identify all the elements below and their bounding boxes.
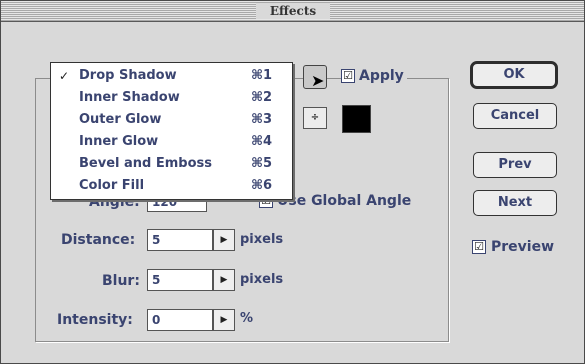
menu-item-label: Inner Shadow xyxy=(79,90,180,105)
window-title: Effects xyxy=(256,3,330,19)
menu-item-drop-shadow[interactable]: ✓ Drop Shadow ⌘1 xyxy=(51,65,292,87)
menu-item-label: Color Fill xyxy=(79,178,145,193)
distance-popup-arrow-icon[interactable]: ▶ xyxy=(213,229,235,251)
blend-mode-stepper[interactable]: ÷ xyxy=(303,107,327,129)
effect-popup-menu: ✓ Drop Shadow ⌘1 Inner Shadow ⌘2 Outer G… xyxy=(50,62,293,200)
menu-item-shortcut: ⌘4 xyxy=(251,134,273,149)
menu-item-inner-shadow[interactable]: Inner Shadow ⌘2 xyxy=(51,87,292,109)
menu-item-label: Bevel and Emboss xyxy=(79,156,212,171)
shadow-color-swatch[interactable] xyxy=(342,105,371,133)
menu-item-inner-glow[interactable]: Inner Glow ⌘4 xyxy=(51,131,292,153)
distance-unit: pixels xyxy=(240,232,284,247)
prev-button[interactable]: Prev xyxy=(473,152,557,178)
effects-dialog: Effects Angle: 120 ☑ Use Global Angle ➤ … xyxy=(0,0,585,364)
intensity-unit: % xyxy=(240,311,254,326)
menu-item-shortcut: ⌘5 xyxy=(251,156,273,171)
global-angle-label: Use Global Angle xyxy=(277,193,412,209)
menu-item-shortcut: ⌘2 xyxy=(251,90,273,105)
menu-item-label: Drop Shadow xyxy=(79,68,177,83)
preview-checkbox-box[interactable]: ☑ xyxy=(472,240,486,254)
menu-item-shortcut: ⌘6 xyxy=(251,178,273,193)
apply-label: Apply xyxy=(359,68,404,84)
cancel-button[interactable]: Cancel xyxy=(473,103,557,129)
arrow-cursor-icon: ➤ xyxy=(311,71,325,90)
apply-checkbox-box[interactable]: ☑ xyxy=(341,69,355,83)
preview-label: Preview xyxy=(491,239,555,255)
checkmark-icon: ✓ xyxy=(59,69,70,83)
intensity-field[interactable]: 0 xyxy=(147,309,213,331)
blur-field[interactable]: 5 xyxy=(147,269,213,291)
title-bar[interactable]: Effects xyxy=(1,1,584,22)
menu-item-outer-glow[interactable]: Outer Glow ⌘3 xyxy=(51,109,292,131)
menu-item-bevel-and-emboss[interactable]: Bevel and Emboss ⌘5 xyxy=(51,153,292,175)
apply-checkbox[interactable]: ☑ Apply xyxy=(341,65,407,87)
menu-item-color-fill[interactable]: Color Fill ⌘6 xyxy=(51,175,292,197)
intensity-label: Intensity: xyxy=(57,312,133,328)
blur-popup-arrow-icon[interactable]: ▶ xyxy=(213,269,235,291)
menu-item-shortcut: ⌘1 xyxy=(251,68,273,83)
preview-checkbox[interactable]: ☑ Preview xyxy=(472,239,554,255)
intensity-popup-arrow-icon[interactable]: ▶ xyxy=(213,309,235,331)
blur-label: Blur: xyxy=(102,273,140,289)
distance-label: Distance: xyxy=(61,232,136,248)
menu-item-shortcut: ⌘3 xyxy=(251,112,273,127)
menu-item-label: Inner Glow xyxy=(79,134,159,149)
next-button[interactable]: Next xyxy=(473,190,557,216)
ok-button[interactable]: OK xyxy=(470,61,558,89)
blur-unit: pixels xyxy=(240,272,284,287)
distance-field[interactable]: 5 xyxy=(147,229,213,251)
menu-item-label: Outer Glow xyxy=(79,112,162,127)
